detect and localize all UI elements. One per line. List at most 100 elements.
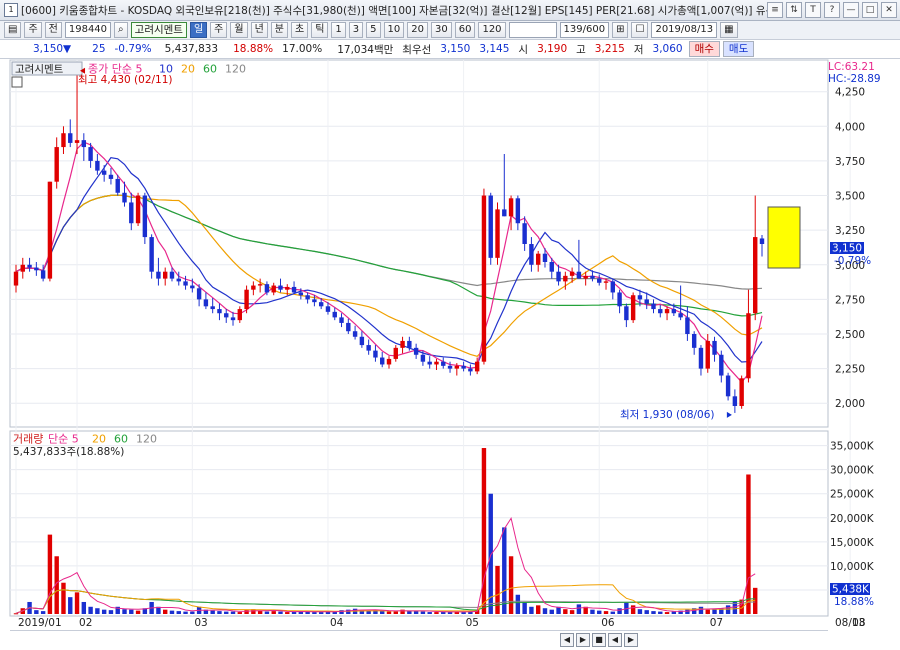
legend-entry: 60 [203,63,217,76]
help-icon[interactable]: ? [824,2,840,18]
price-range-box[interactable] [767,206,801,269]
interval-1[interactable]: 1 [331,22,346,38]
candle-body [495,209,500,258]
link-icon[interactable]: ⇅ [786,2,802,18]
candle-body [312,299,317,303]
volume-bar [264,611,270,614]
candle-body [88,147,93,161]
candle-body [420,354,426,362]
date-input[interactable]: 2019/08/13 [651,22,718,38]
mode-tab-all[interactable]: 전 [44,22,62,38]
high-label: 고 [576,43,586,56]
price-tick-label: 2,250 [835,364,865,376]
candle-body [461,365,466,369]
interval-5[interactable]: 5 [366,22,381,38]
period-tab-minute[interactable]: 분 [270,22,288,38]
interval-120[interactable]: 120 [478,22,506,38]
candle-body [407,340,412,348]
volume-bar [135,610,141,614]
candle-body [542,253,548,262]
interval-3[interactable]: 3 [348,22,364,38]
chart-menu-icon[interactable]: ▤ [4,22,22,38]
kiwoom-chart-window: 1 [0600] 키움종합차트 - KOSDAQ 외국인보유[218(천)] 주… [0,0,900,650]
hc-label: HC:-28.89 [828,73,881,85]
interval-custom-input[interactable] [508,22,557,38]
nav-stop-icon[interactable]: ■ [592,632,606,647]
window-menu-icon[interactable]: 1 [4,3,18,17]
calendar-icon[interactable]: ▦ [720,22,738,38]
candle-body [678,313,683,318]
legend-entry: 거래량 [13,433,43,446]
maximize-icon[interactable]: □ [862,2,878,18]
interval-20[interactable]: 20 [407,22,428,38]
candle-body [20,264,25,272]
candle-body [400,340,405,348]
candle-body [569,271,575,276]
candle-body [149,237,154,272]
volume-bar [569,610,575,614]
volume-bar [427,612,432,614]
minimize-icon[interactable]: — [843,2,859,18]
volume-bar [101,609,107,614]
text-tool-icon[interactable]: T [805,2,821,18]
volume-bar [278,611,283,614]
buy-button[interactable]: 매수 [688,41,720,57]
open-value: 3,190 [537,43,568,55]
interval-10[interactable]: 10 [383,22,405,38]
title-bar: 1 [0600] 키움종합차트 - KOSDAQ 외국인보유[218(천)] 주… [0,0,900,21]
candle-body [339,317,344,323]
period-tab-second[interactable]: 초 [290,22,309,38]
nav-prev-icon[interactable]: ◀ [560,632,574,647]
mode-tab-stock[interactable]: 주 [24,22,42,38]
candle-body [210,306,215,310]
scroll-track[interactable] [10,630,828,631]
period-tab-year[interactable]: 년 [250,22,268,38]
interval-30[interactable]: 30 [430,22,452,38]
high-value: 3,215 [594,43,625,55]
grid-toggle-icon[interactable] [11,76,23,88]
nav-rewind-icon[interactable]: ◀ [608,632,622,647]
chart-toolbar: ▤ 주 전 198440 ⌕ 고려시멘트 일 주 월 년 분 초 틱 1 3 5… [0,21,900,40]
nav-next-icon[interactable]: ▶ [576,632,590,647]
chart-area[interactable]: 4,2504,0003,7503,5003,2503,0002,7502,500… [0,59,900,631]
volume-bar [47,534,53,614]
chart-background [0,59,900,631]
candle-body [325,306,331,312]
period-tab-week[interactable]: 주 [210,22,228,38]
volume-bar [95,608,100,614]
volume-bar [34,610,39,614]
candle-body [583,275,588,279]
candle-body [61,133,66,148]
close-icon[interactable]: ✕ [881,2,897,18]
checkbox-icon[interactable]: ☐ [631,22,649,38]
volume-bar [13,613,19,615]
current-price: 3,150▼ [33,43,72,55]
volume-bar [658,611,663,614]
volume-bar [597,610,602,614]
interval-60[interactable]: 60 [454,22,476,38]
candle-body [637,295,643,300]
period-tab-month[interactable]: 월 [230,22,248,38]
period-tab-tick[interactable]: 틱 [311,22,329,38]
candle-body [712,340,717,355]
stock-code-input[interactable]: 198440 [64,22,112,38]
candle-body [298,292,304,296]
menu-icon[interactable]: ≡ [767,2,783,18]
volume-bar [224,611,229,614]
range-counter[interactable]: 139/600 [559,22,610,38]
candle-body [576,271,582,279]
candle-body [610,281,616,293]
price-tick-label: 4,000 [835,121,865,133]
search-icon[interactable]: ⌕ [114,22,128,38]
period-tab-day[interactable]: 일 [189,22,208,38]
zoom-icon[interactable]: ⊞ [612,22,629,38]
volume-bar [705,609,710,614]
candle-body [162,271,168,279]
volume-bar [285,612,290,614]
volume-bar [590,609,595,614]
candle-body [644,299,649,304]
sell-button[interactable]: 매도 [722,41,755,57]
volume-bar [40,611,46,614]
candle-body [603,281,609,283]
nav-forward-icon[interactable]: ▶ [624,632,638,647]
